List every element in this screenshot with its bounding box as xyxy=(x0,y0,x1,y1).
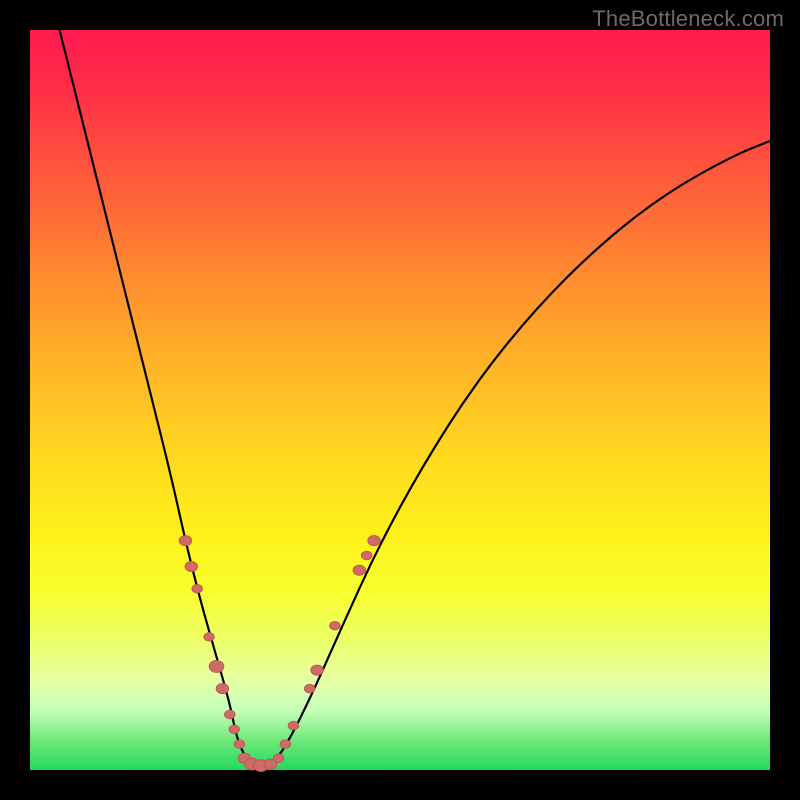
curve-marker xyxy=(179,536,192,546)
curve-marker xyxy=(361,551,372,560)
curve-marker xyxy=(273,754,284,763)
curve-marker xyxy=(280,740,291,749)
curve-marker xyxy=(368,536,381,546)
curve-marker xyxy=(229,725,240,734)
watermark-text: TheBottleneck.com xyxy=(592,6,784,32)
chart-frame: TheBottleneck.com xyxy=(0,0,800,800)
curve-marker xyxy=(204,633,215,642)
curve-marker xyxy=(304,684,315,693)
marker-group xyxy=(179,536,380,772)
curve-marker xyxy=(185,561,198,571)
curve-svg xyxy=(30,30,770,770)
curve-marker xyxy=(288,721,299,730)
curve-marker xyxy=(330,621,341,630)
curve-marker xyxy=(234,740,245,749)
curve-marker xyxy=(209,660,224,672)
curve-marker xyxy=(225,710,236,719)
curve-marker xyxy=(311,665,324,675)
curve-marker xyxy=(353,565,366,575)
plot-area xyxy=(30,30,770,770)
bottleneck-curve xyxy=(60,30,770,765)
curve-marker xyxy=(192,584,203,593)
curve-marker xyxy=(216,684,229,694)
